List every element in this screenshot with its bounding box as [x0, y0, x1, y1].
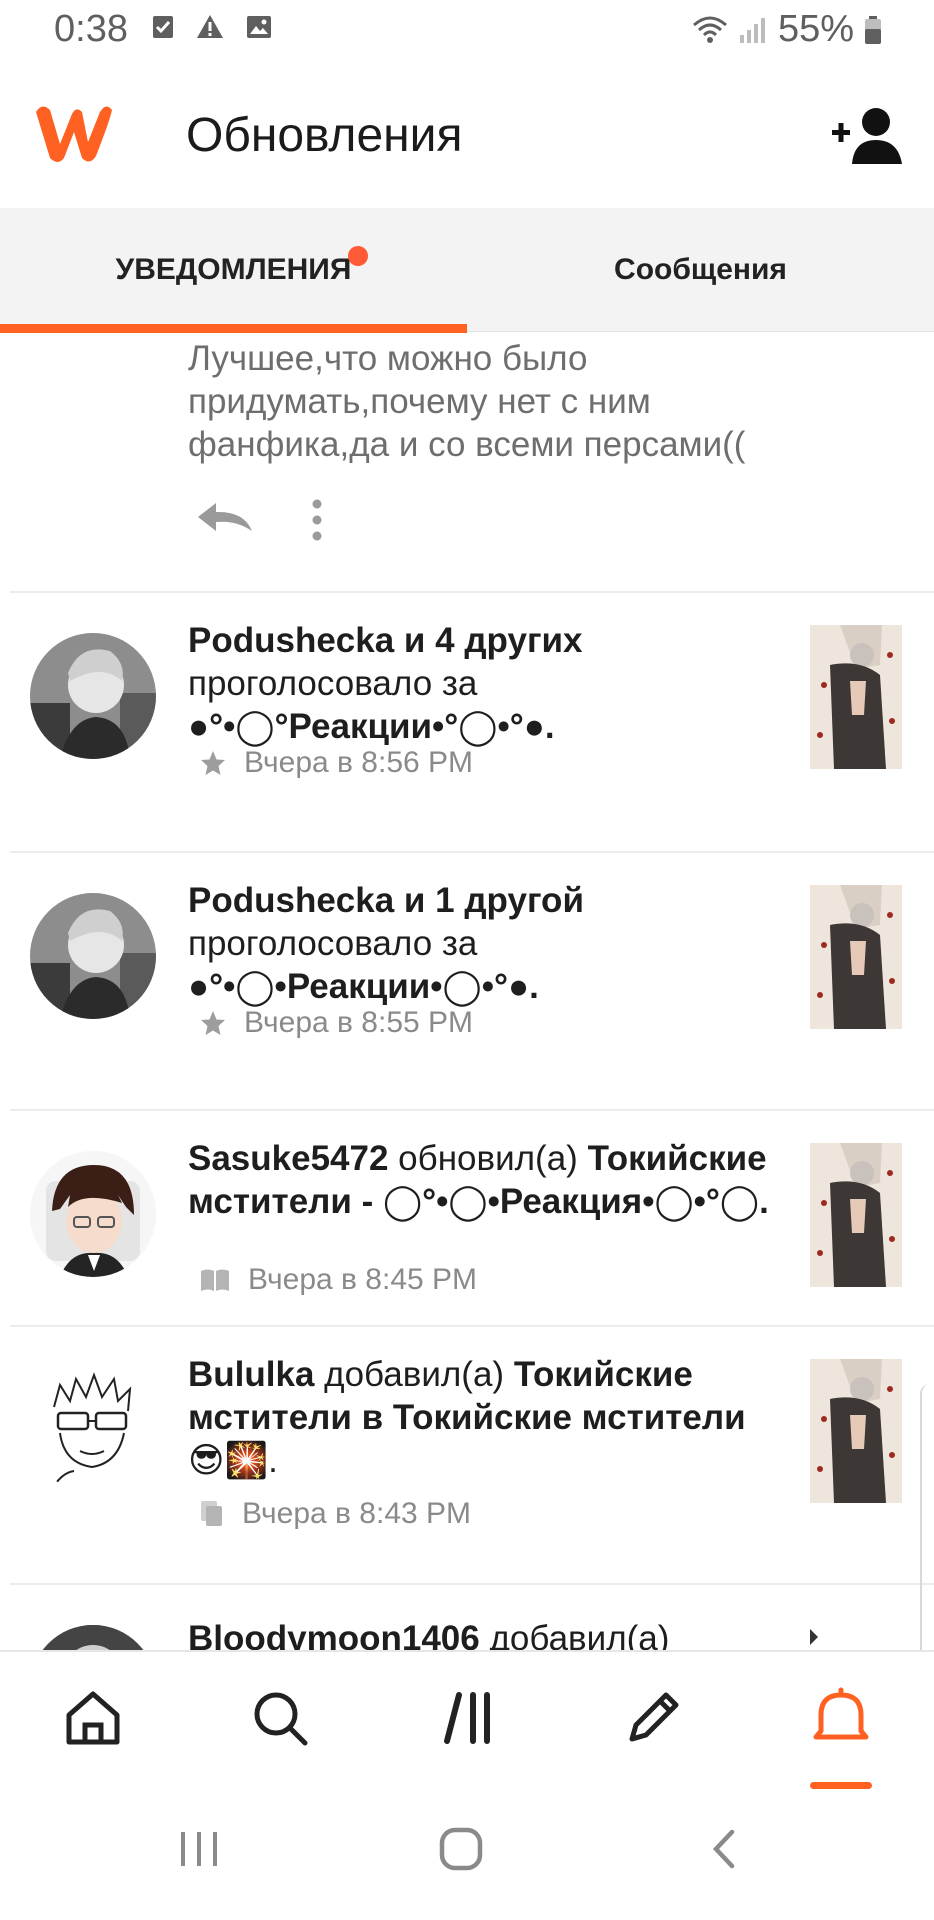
notification-time: Вчера в 8:45 PM — [248, 1263, 478, 1296]
notification-vote-1[interactable]: Podushecka и 4 других проголосовало за ●… — [0, 593, 934, 851]
active-nav-indicator — [810, 1782, 872, 1789]
status-notification-icons — [152, 14, 272, 40]
recent-apps-button[interactable] — [178, 1826, 220, 1877]
notification-story-title: ●°•◯•Реакции•◯•°●. — [188, 967, 539, 1006]
notification-reading-list[interactable]: Bululka добавил(а) Токийские мстители в … — [0, 1327, 934, 1583]
avatar[interactable] — [30, 893, 156, 1019]
search-icon — [254, 1692, 308, 1746]
more-options-icon[interactable] — [312, 499, 322, 546]
book-icon — [201, 1269, 229, 1291]
notification-emoji: 😎🎇. — [188, 1441, 278, 1480]
wifi-icon — [692, 16, 727, 43]
nav-search[interactable] — [235, 1678, 325, 1758]
notification-text: Podushecka и 1 другой проголосовало за ●… — [188, 879, 788, 1008]
reply-icon[interactable] — [196, 501, 254, 540]
status-bar: 0:38 55% — [0, 0, 934, 62]
pencil-icon — [629, 1692, 679, 1742]
image-icon — [247, 16, 271, 38]
story-cover-thumbnail[interactable] — [810, 885, 902, 1029]
notification-text: Bloodymoon1406 добавил(а) — [188, 1617, 808, 1650]
notification-meta: Вчера в 8:55 PM — [200, 1006, 473, 1040]
checkbox-icon — [153, 16, 173, 38]
page-title: Обновления — [186, 109, 463, 162]
tab-messages[interactable]: Сообщения — [467, 208, 934, 332]
notification-user: Bululka — [188, 1355, 315, 1394]
active-tab-indicator — [0, 324, 467, 333]
status-system-icons: 55% — [692, 8, 882, 51]
recent-apps-icon — [181, 1832, 217, 1866]
notification-text: Sasuke5472 обновил(а) Токийские мстители… — [188, 1137, 808, 1223]
story-cover-thumbnail[interactable] — [810, 625, 902, 769]
notification-text: Bululka добавил(а) Токийские мстители в … — [188, 1353, 808, 1482]
back-icon — [712, 1829, 735, 1869]
notification-action: добавил(а) — [314, 1355, 514, 1394]
signal-icon — [739, 17, 765, 43]
notification-connector: в — [351, 1398, 393, 1437]
home-system-button[interactable] — [438, 1826, 484, 1877]
avatar[interactable] — [30, 1151, 156, 1277]
tab-notifications-label: УВЕДОМЛЕНИЯ — [115, 253, 352, 286]
wattpad-logo[interactable] — [30, 100, 114, 173]
notification-update[interactable]: Sasuke5472 обновил(а) Токийские мстители… — [0, 1111, 934, 1325]
nav-write[interactable] — [608, 1678, 698, 1758]
notification-user: Podushecka и 1 другой — [188, 881, 584, 920]
avatar[interactable] — [30, 1367, 156, 1493]
add-friend-icon[interactable] — [832, 106, 904, 171]
unread-dot — [348, 246, 368, 266]
notification-user: Podushecka и 4 других — [188, 621, 583, 660]
warning-icon — [197, 15, 223, 38]
bottom-navigation — [0, 1650, 934, 1796]
notification-time: Вчера в 8:56 PM — [244, 746, 474, 779]
back-button[interactable] — [708, 1826, 738, 1877]
reading-list-icon — [201, 1501, 222, 1526]
notification-reading-list-name: Токийские мстители — [392, 1398, 746, 1437]
story-cover-thumbnail[interactable] — [810, 1629, 902, 1650]
notification-time: Вчера в 8:43 PM — [242, 1497, 472, 1530]
notification-meta: Вчера в 8:56 PM — [200, 746, 473, 780]
nav-home[interactable] — [48, 1678, 138, 1758]
notification-action: проголосовало за — [188, 664, 478, 703]
story-cover-thumbnail[interactable] — [810, 1359, 902, 1503]
system-navigation-bar — [0, 1796, 934, 1920]
nav-library[interactable] — [425, 1678, 515, 1758]
story-cover-thumbnail[interactable] — [810, 1143, 902, 1287]
comment-text: Лучшее,что можно было придумать,почему н… — [188, 339, 746, 464]
notification-time: Вчера в 8:55 PM — [244, 1006, 474, 1039]
notification-story-title: ●°•◯°Реакции•°◯•°●. — [188, 707, 555, 746]
notification-action: обновил(а) — [388, 1139, 588, 1178]
notification-meta: Вчера в 8:45 PM — [200, 1263, 477, 1297]
library-icon — [444, 1692, 490, 1744]
home-icon — [66, 1691, 120, 1745]
notification-action: проголосовало за — [188, 924, 478, 963]
home-circle-icon — [439, 1827, 483, 1871]
battery-icon — [865, 15, 881, 44]
nav-notifications[interactable] — [796, 1678, 886, 1758]
tab-messages-label: Сообщения — [614, 253, 787, 286]
notification-user: Bloodymoon1406 — [188, 1619, 480, 1650]
battery-percent: 55% — [777, 8, 854, 50]
notification-meta: Вчера в 8:43 PM — [200, 1497, 471, 1531]
avatar[interactable] — [30, 1625, 156, 1650]
star-icon — [201, 751, 225, 775]
notification-vote-2[interactable]: Podushecka и 1 другой проголосовало за ●… — [0, 853, 934, 1111]
notification-feed[interactable]: Лучшее,что можно было придумать,почему н… — [0, 333, 934, 1650]
app-header: Обновления — [0, 62, 934, 208]
avatar[interactable] — [30, 633, 156, 759]
star-icon — [201, 1011, 225, 1035]
bell-icon — [813, 1687, 869, 1740]
notification-partial[interactable]: Bloodymoon1406 добавил(а) — [0, 1585, 934, 1650]
notification-action: добавил(а) — [479, 1619, 670, 1650]
notification-user: Sasuke5472 — [188, 1139, 389, 1178]
notification-tabs: УВЕДОМЛЕНИЯ Сообщения — [0, 208, 934, 333]
tab-notifications[interactable]: УВЕДОМЛЕНИЯ — [0, 208, 467, 333]
notification-text: Podushecka и 4 других проголосовало за ●… — [188, 619, 788, 748]
status-time: 0:38 — [54, 8, 128, 50]
